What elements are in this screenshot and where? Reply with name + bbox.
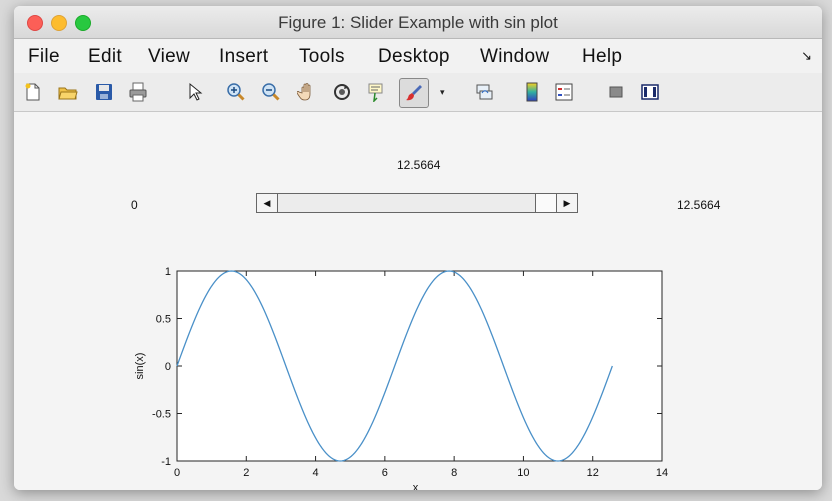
figure-toolbar: ▾: [14, 73, 822, 112]
data-cursor-icon[interactable]: [367, 82, 387, 102]
zoom-in-icon[interactable]: [226, 82, 246, 102]
hide-plot-tools-icon[interactable]: [606, 82, 626, 102]
menu-window[interactable]: Window: [480, 46, 549, 68]
y-tick-label: -0.5: [152, 409, 171, 421]
pointer-icon[interactable]: [184, 82, 204, 102]
y-axis-label: sin(x): [134, 353, 146, 380]
sin-plot[interactable]: 0 2 4 6 8 10 12 14 -1 -0.5 0 0.5 1 x sin(x): [14, 112, 822, 490]
menu-file[interactable]: File: [28, 46, 60, 68]
x-tick-label: 14: [656, 467, 668, 479]
menu-insert[interactable]: Insert: [219, 46, 268, 68]
dock-arrow-icon[interactable]: ↘: [801, 48, 812, 64]
title-bar[interactable]: Figure 1: Slider Example with sin plot: [14, 6, 822, 39]
menu-tools[interactable]: Tools: [299, 46, 345, 68]
window-title: Figure 1: Slider Example with sin plot: [278, 13, 558, 32]
legend-icon[interactable]: [554, 82, 574, 102]
rotate-3d-icon[interactable]: [332, 82, 352, 102]
figure-window: Figure 1: Slider Example with sin plot F…: [14, 6, 822, 490]
y-tick-label: 1: [165, 266, 171, 278]
pan-hand-icon[interactable]: [297, 82, 317, 102]
menu-edit[interactable]: Edit: [88, 46, 122, 68]
x-tick-label: 12: [587, 467, 599, 479]
menu-view[interactable]: View: [148, 46, 190, 68]
x-tick-label: 4: [313, 467, 319, 479]
plot-axes-box: [176, 270, 663, 462]
show-plot-tools-icon[interactable]: [640, 82, 660, 102]
x-tick-label: 2: [243, 467, 249, 479]
figure-content: 12.5664 0 12.5664 ◀ ▶ 0 2 4 6 8 10 12 14 -1 -0.5 0…: [14, 112, 822, 490]
new-figure-icon[interactable]: [23, 82, 43, 102]
y-tick-label: 0.5: [156, 314, 171, 326]
menu-bar: File Edit View Insert Tools Desktop Wind…: [14, 39, 822, 73]
brush-dropdown-icon[interactable]: ▾: [440, 82, 450, 102]
x-tick-label: 10: [517, 467, 529, 479]
print-icon[interactable]: [128, 82, 148, 102]
y-tick-label: -1: [161, 456, 171, 468]
colorbar-icon[interactable]: [522, 82, 542, 102]
x-tick-label: 8: [451, 467, 457, 479]
menu-desktop[interactable]: Desktop: [378, 46, 450, 68]
x-tick-label: 0: [174, 467, 180, 479]
open-file-icon[interactable]: [58, 82, 78, 102]
y-tick-label: 0: [165, 361, 171, 373]
zoom-out-icon[interactable]: [261, 82, 281, 102]
x-tick-label: 6: [382, 467, 388, 479]
save-icon[interactable]: [94, 82, 114, 102]
x-axis-label: x: [413, 482, 419, 490]
brush-icon[interactable]: [399, 78, 429, 108]
menu-help[interactable]: Help: [582, 46, 622, 68]
link-plot-icon[interactable]: [474, 82, 494, 102]
